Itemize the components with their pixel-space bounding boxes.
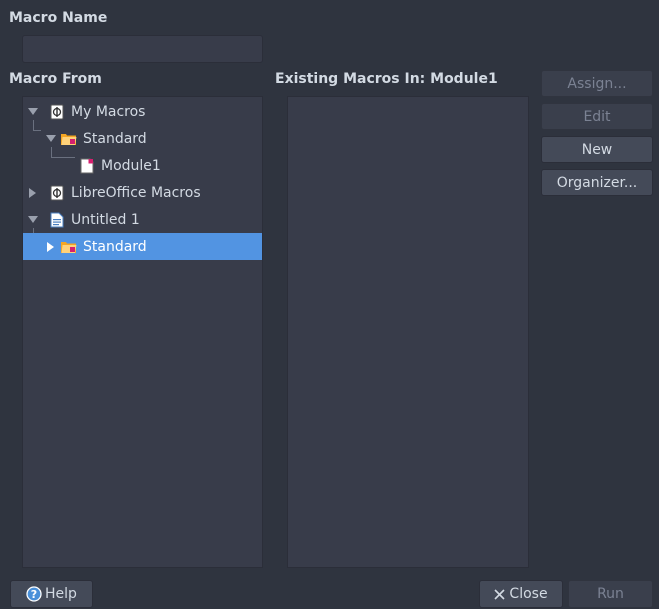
assign-button[interactable]: Assign...	[541, 70, 653, 97]
organizer-button[interactable]: Organizer...	[541, 169, 653, 196]
macro-from-label: Macro From	[9, 71, 102, 87]
help-button[interactable]: ? Help	[10, 580, 93, 608]
svg-text:?: ?	[31, 588, 37, 601]
tree-item-my-macros[interactable]: My Macros	[23, 98, 262, 125]
close-icon	[494, 588, 505, 600]
macro-folder-icon	[61, 131, 77, 147]
tree-item-libreoffice-macros[interactable]: LibreOffice Macros	[23, 179, 262, 206]
run-button[interactable]: Run	[568, 580, 653, 608]
tree-item-label: Standard	[83, 130, 147, 147]
expanded-arrow-icon[interactable]	[27, 106, 39, 118]
macro-from-tree[interactable]: My Macros Standard Module1 LibreOffice M…	[22, 96, 263, 568]
tree-item-untitled-1[interactable]: Untitled 1	[23, 206, 262, 233]
macro-folder-icon	[61, 239, 77, 255]
collapsed-arrow-icon[interactable]	[27, 187, 39, 199]
close-button-label: Close	[509, 586, 548, 602]
document-icon	[49, 212, 65, 228]
tree-item-label: Module1	[101, 157, 161, 174]
tree-item-label: LibreOffice Macros	[71, 184, 201, 201]
macro-library-icon	[49, 104, 65, 120]
macro-name-input[interactable]	[22, 35, 263, 63]
new-button[interactable]: New	[541, 136, 653, 163]
tree-item-module1[interactable]: Module1	[23, 152, 262, 179]
tree-item-standard[interactable]: Standard	[23, 125, 262, 152]
help-button-label: Help	[45, 586, 77, 602]
macro-name-label: Macro Name	[9, 10, 108, 26]
tree-item-label: My Macros	[71, 103, 146, 120]
macro-library-icon	[49, 185, 65, 201]
tree-item-standard-selected[interactable]: Standard	[23, 233, 262, 260]
close-button[interactable]: Close	[479, 580, 563, 608]
macro-module-icon	[79, 158, 95, 174]
existing-macros-label: Existing Macros In: Module1	[275, 71, 498, 87]
expanded-arrow-icon[interactable]	[27, 214, 39, 226]
collapsed-arrow-icon[interactable]	[45, 241, 57, 253]
tree-item-label: Untitled 1	[71, 211, 140, 228]
expanded-arrow-icon[interactable]	[45, 133, 57, 145]
existing-macros-list[interactable]	[287, 96, 529, 568]
help-icon: ?	[26, 586, 42, 602]
edit-button[interactable]: Edit	[541, 103, 653, 130]
tree-item-label: Standard	[83, 238, 147, 255]
